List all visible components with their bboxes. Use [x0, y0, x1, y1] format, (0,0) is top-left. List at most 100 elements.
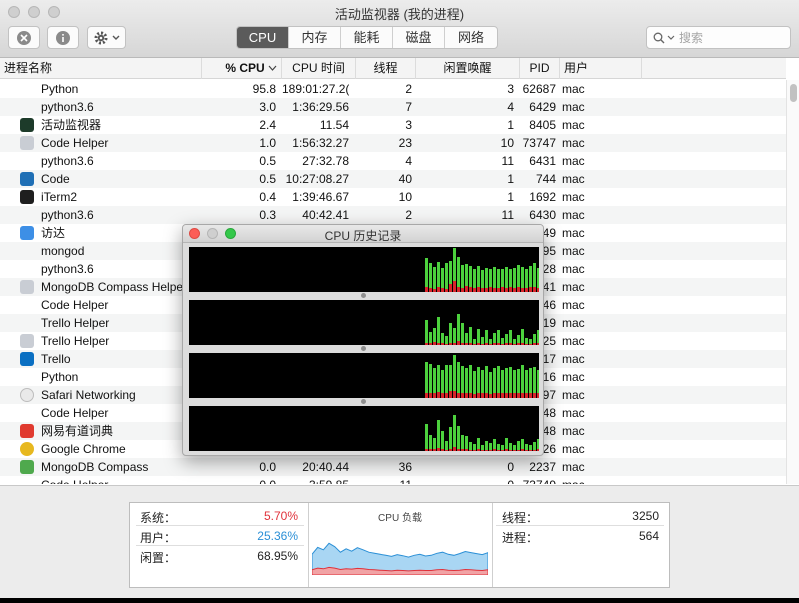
tab-cpu[interactable]: CPU — [237, 27, 289, 48]
user-usage-bar — [429, 263, 432, 288]
column-header-pid[interactable]: PID — [520, 58, 560, 79]
column-header-user[interactable]: 用户 — [560, 58, 642, 79]
column-header-process-name[interactable]: 进程名称 — [0, 58, 202, 79]
column-header-threads[interactable]: 线程 — [356, 58, 416, 79]
system-usage-bar — [485, 450, 488, 451]
cpu-history-titlebar[interactable]: CPU 历史记录 — [183, 225, 543, 243]
idle-wakeups-cell: 4 — [507, 100, 514, 114]
user-usage-bar — [469, 266, 472, 287]
column-header-cpu-percent[interactable]: % CPU — [202, 58, 282, 79]
tab-bar: CPU 内存 能耗 磁盘 网络 — [236, 26, 498, 49]
user-usage-bar — [429, 364, 432, 393]
process-name-cell: python3.6 — [41, 262, 94, 276]
user-usage-bar — [485, 330, 488, 343]
user-cell: mac — [562, 100, 585, 114]
user-usage-bar — [485, 366, 488, 393]
sort-descending-icon — [268, 65, 277, 71]
core-graph-2 — [189, 300, 543, 345]
system-usage-bar — [433, 289, 436, 292]
user-usage-bar — [525, 444, 528, 450]
core-splitter-handle[interactable] — [361, 293, 366, 298]
stats-footer: 系统： 5.70% 用户： 25.36% 闲置： 68.95% CPU 负载 线… — [0, 485, 799, 603]
system-usage-bar — [533, 450, 536, 451]
core-splitter-handle[interactable] — [361, 399, 366, 404]
user-usage-bar — [457, 362, 460, 393]
threads-cell: 36 — [398, 460, 412, 474]
user-usage-bar — [529, 339, 532, 344]
system-label: 系统： — [140, 511, 177, 525]
stop-process-button[interactable] — [8, 26, 40, 49]
system-usage-bar — [501, 287, 504, 292]
table-row[interactable]: Code Helper 1.0 1:56:32.27 23 10 73747 mac — [0, 134, 786, 152]
trello-icon — [20, 352, 34, 366]
cpu-history-window: CPU 历史记录 — [182, 224, 544, 456]
divider — [496, 525, 664, 526]
idle-wakeups-cell: 11 — [501, 154, 514, 168]
system-usage-bar — [513, 450, 516, 451]
system-usage-bar — [437, 392, 440, 398]
pid-cell: 62687 — [522, 82, 556, 96]
user-cell: mac — [562, 442, 585, 456]
table-row[interactable]: iTerm2 0.4 1:39:46.67 10 1 1692 mac — [0, 188, 786, 206]
user-cell: mac — [562, 172, 585, 186]
tab-energy[interactable]: 能耗 — [341, 27, 393, 48]
system-usage-bar — [505, 343, 508, 345]
pid-cell: 6431 — [529, 154, 556, 168]
system-usage-bar — [437, 287, 440, 292]
cpu-history-title: CPU 历史记录 — [324, 229, 402, 243]
finder-icon — [20, 226, 34, 240]
table-row[interactable]: MongoDB Compass 0.0 20:40.44 36 0 2237 mac — [0, 458, 786, 476]
user-usage-bar — [441, 370, 444, 393]
column-header-cpu-time[interactable]: CPU 时间 — [282, 58, 356, 79]
user-usage-bar — [537, 439, 540, 449]
user-usage-bar — [493, 439, 496, 449]
table-row[interactable]: Code 0.5 10:27:08.27 40 1 744 mac — [0, 170, 786, 188]
column-header-idle-wakeups[interactable]: 闲置唤醒 — [416, 58, 520, 79]
cpu-stats-panel: 系统： 5.70% 用户： 25.36% 闲置： 68.95% CPU 负载 线… — [129, 502, 670, 588]
core-splitter-handle[interactable] — [361, 346, 366, 351]
user-usage-bar — [505, 368, 508, 393]
inspect-process-button[interactable] — [47, 26, 79, 49]
threads-value: 3250 — [632, 509, 659, 523]
search-field[interactable]: 搜索 — [646, 26, 791, 49]
user-usage-bar — [429, 332, 432, 343]
table-scrollbar[interactable] — [786, 80, 799, 484]
table-row[interactable]: Code Helper0.0 3:59.85 11 0 73749 mac — [0, 476, 786, 484]
user-cell: mac — [562, 208, 585, 222]
action-menu-button[interactable] — [87, 26, 126, 49]
table-row[interactable]: Python 95.8 189:01:27.2(2 3 62687 mac — [0, 80, 786, 98]
tab-network[interactable]: 网络 — [445, 27, 497, 48]
cpu-percent-cell: 0.0 — [259, 460, 276, 474]
user-cell: mac — [562, 154, 585, 168]
user-usage-bar — [505, 334, 508, 343]
processes-value: 564 — [638, 529, 659, 543]
process-name-cell: Python — [41, 82, 79, 96]
chevron-down-icon — [112, 35, 119, 40]
system-usage-bar — [477, 343, 480, 345]
table-row[interactable]: python3.6 3.0 1:36:29.56 7 4 6429 mac — [0, 98, 786, 116]
user-usage-bar — [453, 328, 456, 343]
table-row[interactable]: python3.6 0.5 27:32.78 4 11 6431 mac — [0, 152, 786, 170]
user-usage-bar — [449, 365, 452, 391]
idle-wakeups-cell: 11 — [501, 208, 514, 222]
user-usage-bar — [521, 267, 524, 288]
scroll-thumb[interactable] — [790, 84, 797, 102]
system-usage-bar — [517, 393, 520, 398]
table-row[interactable]: 活动监视器 2.4 11.54 3 1 8405 mac — [0, 116, 786, 134]
system-usage-bar — [529, 393, 532, 398]
table-row[interactable]: python3.6 0.3 40:42.41 2 11 6430 mac — [0, 206, 786, 224]
process-name-cell: Python — [41, 370, 79, 384]
cpu-time-cell: 3:59.85 — [282, 476, 349, 484]
system-usage-bar — [517, 287, 520, 292]
user-usage-bar — [481, 337, 484, 344]
user-usage-bar — [457, 426, 460, 449]
process-name-cell: Trello — [41, 352, 71, 366]
tab-memory[interactable]: 内存 — [289, 27, 341, 48]
user-usage-bar — [533, 334, 536, 343]
tab-disk[interactable]: 磁盘 — [393, 27, 445, 48]
user-usage-bar — [513, 445, 516, 450]
process-name-cell: python3.6 — [41, 208, 94, 222]
system-usage-bar — [445, 450, 448, 451]
system-usage-bar — [425, 287, 428, 292]
user-usage-bar — [437, 365, 440, 392]
